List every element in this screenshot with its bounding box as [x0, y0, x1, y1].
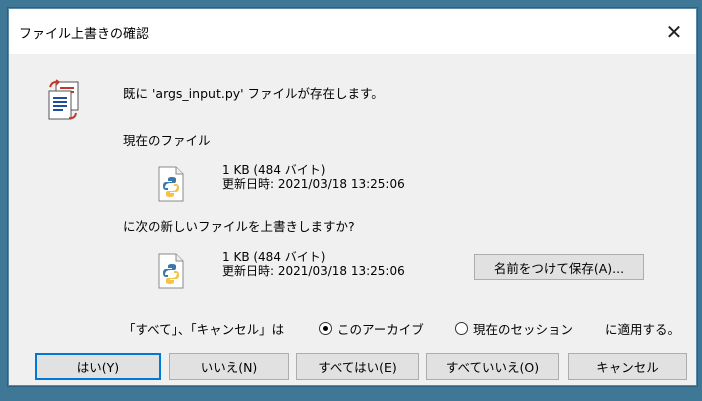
no-button[interactable]: いいえ(N): [169, 353, 289, 380]
yes-to-all-button[interactable]: すべてはい(E): [296, 353, 419, 380]
save-as-button[interactable]: 名前をつけて保存(A)...: [474, 254, 644, 280]
new-file-info: 1 KB (484 バイト) 更新日時: 2021/03/18 13:25:06: [222, 250, 405, 278]
file-replace-icon: [48, 79, 79, 120]
python-file-icon: [158, 166, 184, 202]
radio-current-session[interactable]: 現在のセッション: [455, 319, 573, 338]
new-file-modified: 更新日時: 2021/03/18 13:25:06: [222, 264, 405, 278]
radio-current-session-label[interactable]: 現在のセッション: [473, 319, 573, 338]
new-file-size: 1 KB (484 バイト): [222, 250, 326, 264]
python-file-icon: [158, 253, 184, 289]
apply-scope-prefix: 「すべて」、「キャンセル」は: [123, 322, 285, 337]
overwrite-question: に次の新しいファイルを上書きしますか?: [123, 219, 355, 234]
dialog-title: ファイル上書きの確認: [19, 27, 150, 42]
cancel-button[interactable]: キャンセル: [568, 353, 687, 380]
radio-unchecked-icon[interactable]: [455, 322, 468, 335]
apply-scope-row: 「すべて」、「キャンセル」は このアーカイブ 現在のセッション に適用する。: [123, 319, 693, 339]
file-exists-message: 既に 'args_input.py' ファイルが存在します。: [123, 86, 384, 101]
current-file-modified: 更新日時: 2021/03/18 13:25:06: [222, 177, 405, 191]
current-file-label: 現在のファイル: [123, 133, 211, 148]
close-button[interactable]: ✕: [652, 9, 696, 54]
radio-this-archive-label[interactable]: このアーカイブ: [337, 319, 424, 338]
current-file-info: 1 KB (484 バイト) 更新日時: 2021/03/18 13:25:06: [222, 163, 405, 191]
radio-this-archive[interactable]: このアーカイブ: [319, 319, 424, 338]
no-to-all-button[interactable]: すべていいえ(O): [426, 353, 559, 380]
current-file-size: 1 KB (484 バイト): [222, 163, 326, 177]
close-icon[interactable]: ✕: [666, 20, 683, 44]
radio-checked-icon[interactable]: [319, 322, 332, 335]
apply-scope-suffix: に適用する。: [605, 322, 681, 337]
yes-button[interactable]: はい(Y): [35, 353, 161, 380]
title-bar[interactable]: ファイル上書きの確認 ✕: [9, 9, 696, 54]
overwrite-confirm-dialog: ファイル上書きの確認 ✕ 既に 'args_input.py' ファイルが存在し…: [8, 8, 697, 386]
